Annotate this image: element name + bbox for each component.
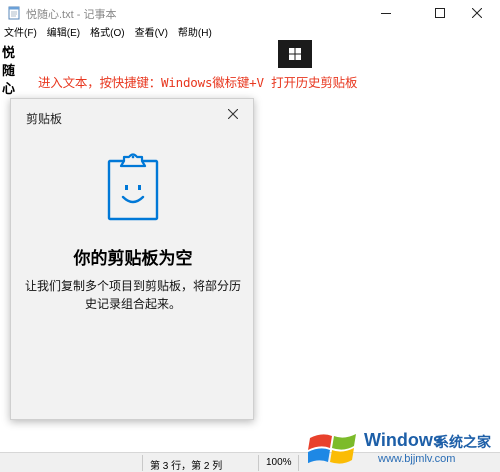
menu-help[interactable]: 帮助(H) — [173, 26, 217, 42]
clipboard-panel: 剪贴板 你的剪贴板为空 让我们复制多个项目到剪贴板，将部分历史记录组合起来。 — [10, 98, 254, 420]
clipboard-title: 剪贴板 — [26, 112, 63, 126]
menu-edit[interactable]: 编辑(E) — [42, 26, 85, 42]
watermark-brand: Windows — [364, 430, 443, 450]
watermark-url: www.bjjmlv.com — [378, 453, 456, 465]
menu-format[interactable]: 格式(O) — [85, 26, 129, 42]
windows-logo-icon — [306, 424, 360, 472]
status-divider — [298, 455, 299, 471]
notepad-icon — [7, 6, 21, 20]
minimize-icon — [381, 8, 391, 18]
windows-key-icon — [278, 40, 312, 68]
menu-file[interactable]: 文件(F) — [0, 26, 42, 42]
status-divider — [258, 455, 259, 471]
editor-line: 悦 — [2, 45, 16, 60]
close-icon — [472, 8, 482, 18]
clipboard-empty-heading: 你的剪贴板为空 — [73, 249, 193, 268]
clipboard-close-button[interactable] — [225, 107, 241, 123]
close-button[interactable] — [454, 0, 500, 26]
zoom-level: 100% — [266, 457, 292, 468]
title-bar: 悦随心.txt - 记事本 — [0, 0, 500, 26]
menu-bar: 文件(F) 编辑(E) 格式(O) 查看(V) 帮助(H) — [0, 26, 500, 42]
cursor-position: 第 3 行，第 2 列 — [150, 461, 223, 472]
watermark: Windows 系统之家 www.bjjmlv.com — [306, 420, 500, 472]
status-divider — [142, 455, 143, 471]
maximize-icon — [435, 8, 445, 18]
menu-view[interactable]: 查看(V) — [130, 26, 173, 42]
close-icon — [227, 106, 239, 124]
watermark-brand-cn: 系统之家 — [435, 434, 491, 450]
window-title: 悦随心.txt - 记事本 — [26, 9, 117, 21]
instruction-annotation: 进入文本，按快捷键：Windows徽标键+V 打开历史剪贴板 — [38, 75, 358, 90]
editor-line: 随 — [2, 63, 16, 78]
editor-content: 悦 随 心 — [2, 44, 18, 98]
clipboard-smiley-icon — [107, 153, 159, 226]
clipboard-empty-description: 让我们复制多个项目到剪贴板，将部分历史记录组合起来。 — [25, 279, 242, 311]
minimize-button[interactable] — [363, 0, 409, 26]
editor-line: 心 — [2, 81, 16, 96]
